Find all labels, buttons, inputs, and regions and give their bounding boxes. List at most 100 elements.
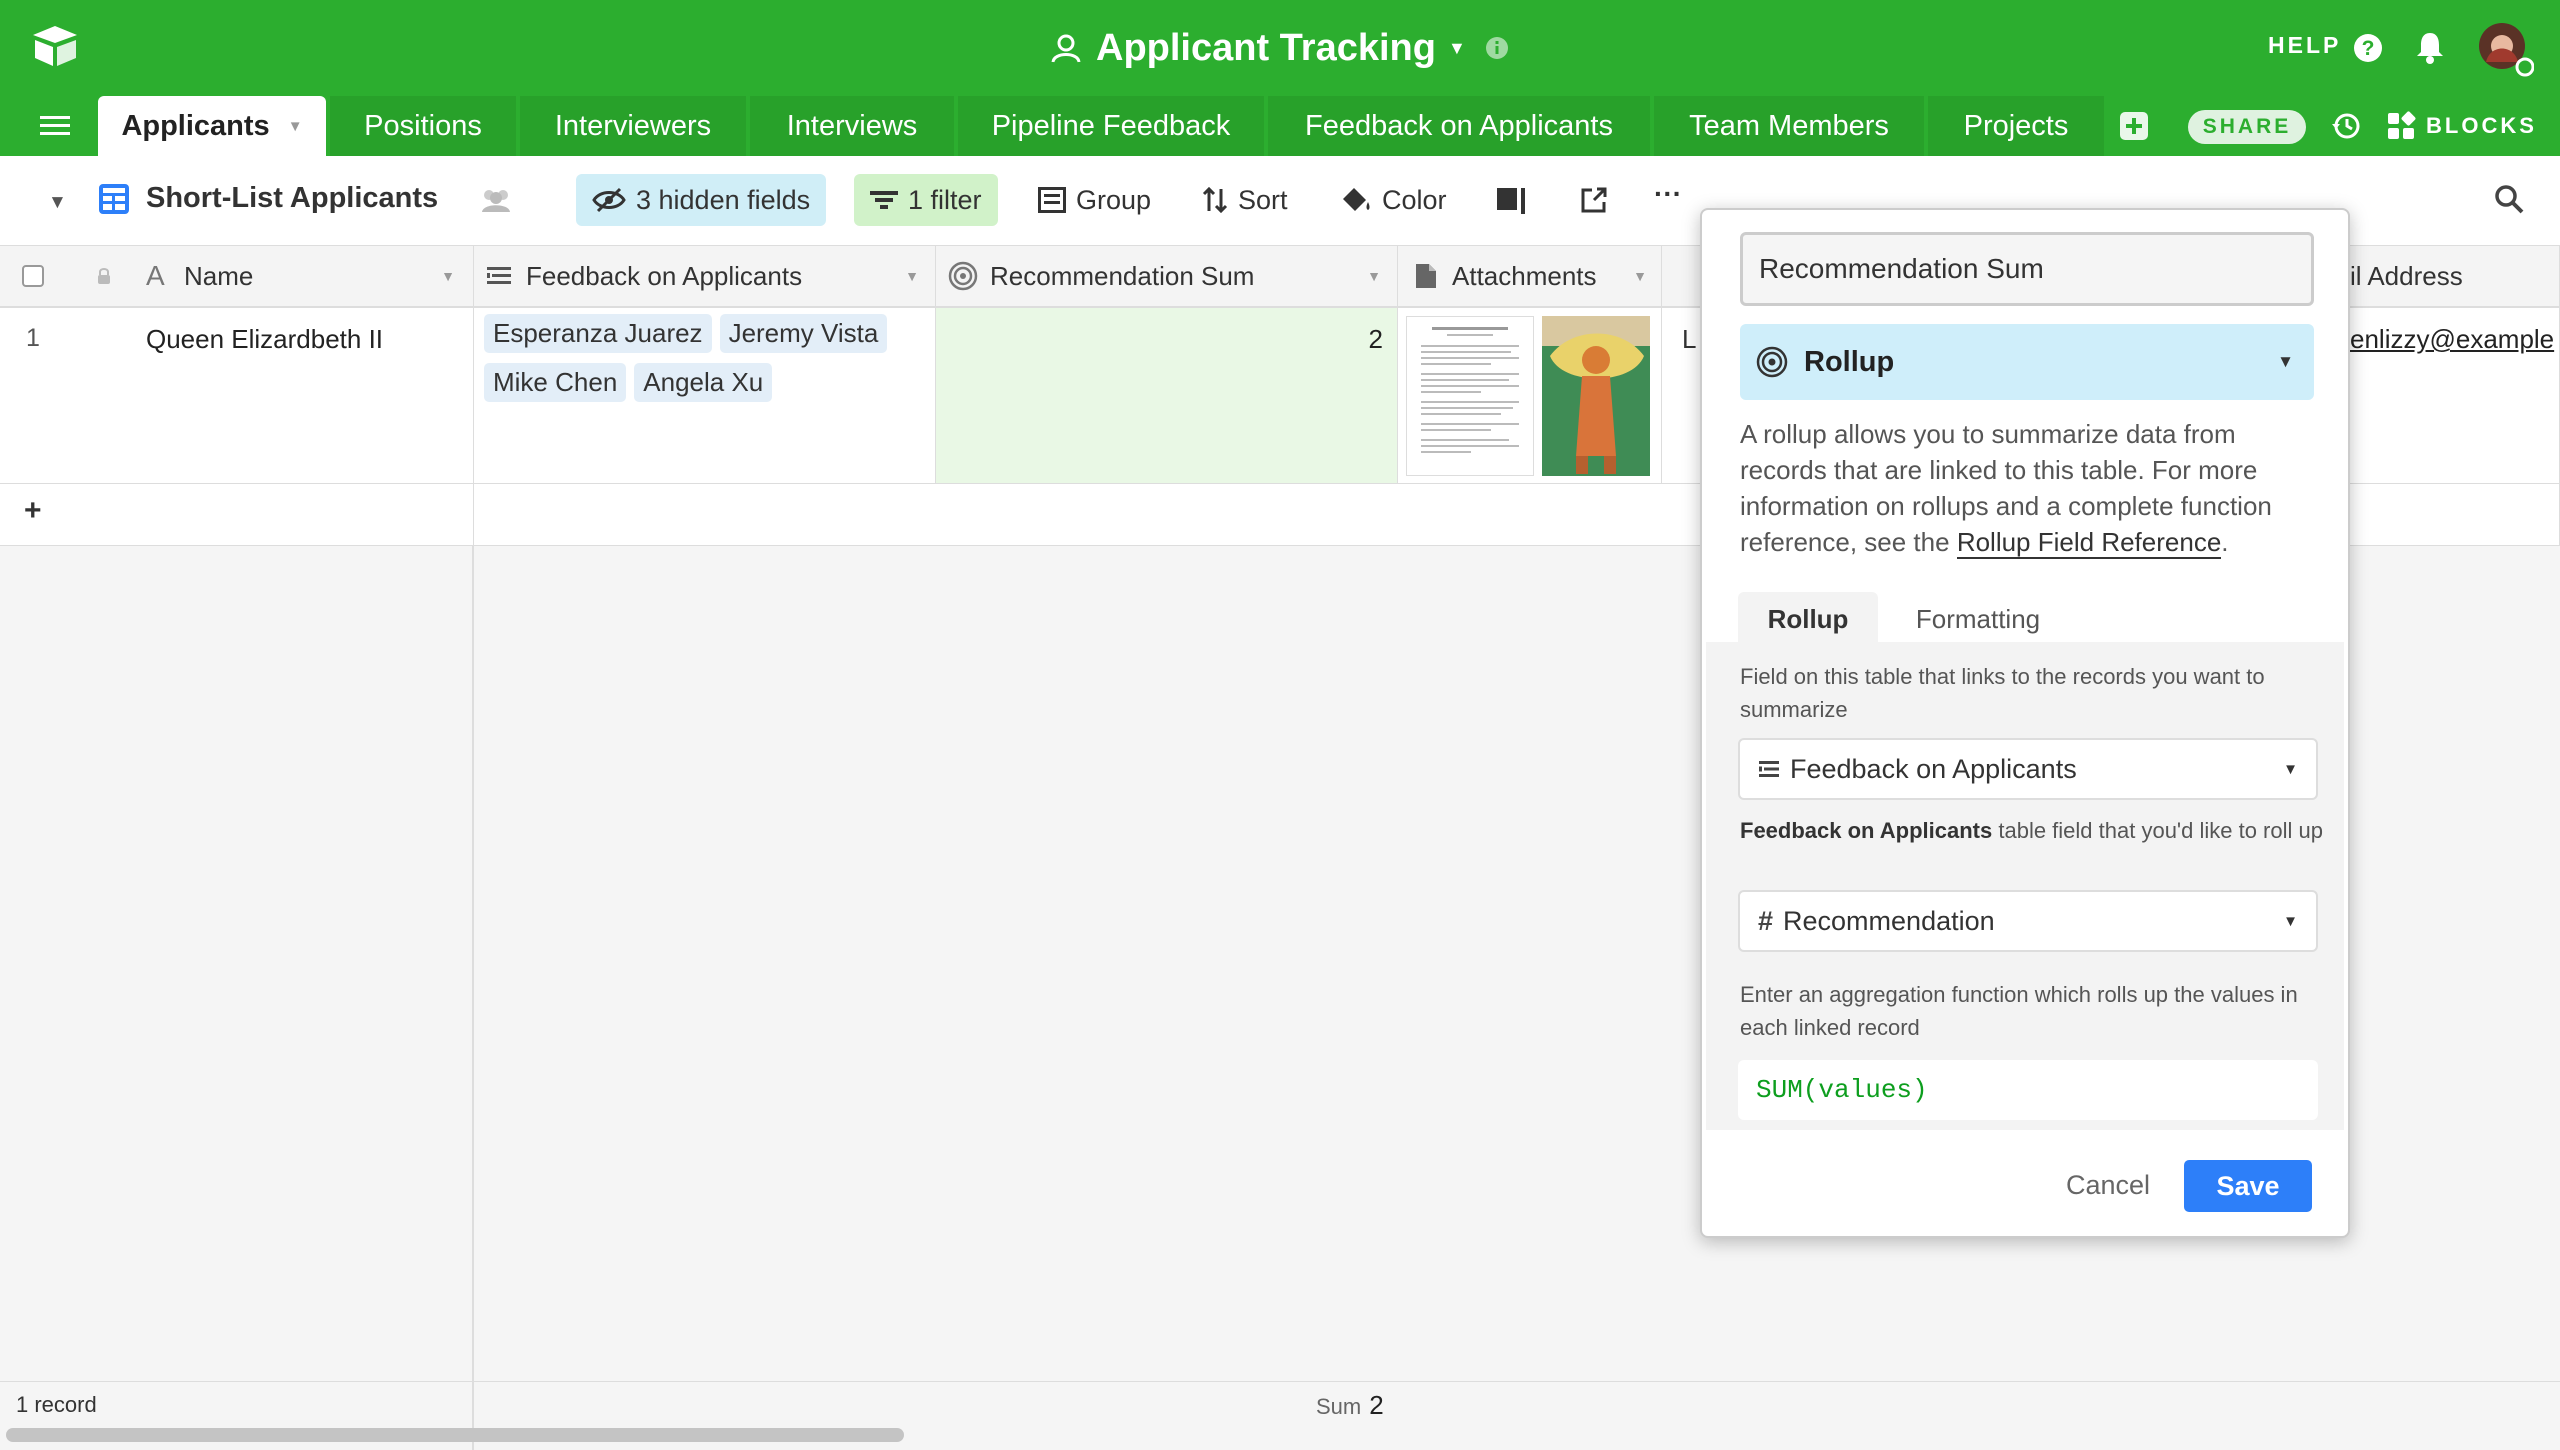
tab-applicants[interactable]: Applicants ▼ [98,96,326,156]
field-type-label: Rollup [1804,345,1895,378]
tab-rollup[interactable]: Rollup [1738,592,1878,646]
email-cell[interactable]: enlizzy@example [2350,324,2554,355]
add-record-icon[interactable]: + [24,494,42,528]
linked-record-icon [1758,759,1780,779]
rollup-field-value: Recommendation [1783,905,1995,936]
primary-field-header[interactable]: A Name ▼ [0,246,474,308]
rollup-reference-link[interactable]: Rollup Field Reference [1956,527,2222,559]
hidden-fields-button[interactable]: 3 hidden fields [576,174,827,226]
tab-label: Positions [364,109,482,142]
tab-interviews[interactable]: Interviews [750,96,954,156]
chevron-down-icon: ▼ [2277,352,2294,371]
collapse-sidebar-icon[interactable]: ▼ [48,192,67,214]
field-config-dialog: Recommendation Sum Rollup ▼ A rollup all… [1700,208,2350,1238]
feedback-column-header[interactable]: Feedback on Applicants ▼ [474,246,936,308]
aggregation-label: Enter an aggregation function which roll… [1740,982,2298,1040]
group-label: Group [1076,184,1152,215]
tab-formatting[interactable]: Formatting [1898,592,2058,646]
field-type-select[interactable]: Rollup ▼ [1740,324,2314,400]
rollup-field-label-text: table field that you'd like to roll up [1992,818,2323,843]
base-title-group[interactable]: Applicant Tracking ▼ [1050,22,1510,74]
blocks-button[interactable]: BLOCKS [2386,110,2537,142]
search-icon[interactable] [2494,184,2524,214]
filter-button[interactable]: 1 filter [854,174,998,226]
color-label: Color [1382,184,1447,215]
linked-table-name: Feedback on Applicants [1740,818,1993,843]
row-number: 1 [26,324,40,352]
attachments-column-header[interactable]: Attachments ▼ [1398,246,1662,308]
tab-positions[interactable]: Positions [330,96,516,156]
group-button[interactable]: Group [1022,174,1167,226]
linked-record-chip[interactable]: Esperanza Juarez [484,314,712,353]
grid-view-icon [98,183,130,215]
tab-label: Projects [1963,109,2069,142]
sort-button[interactable]: Sort [1186,174,1304,226]
chevron-down-icon[interactable]: ▼ [1448,38,1466,59]
bell-icon[interactable] [2414,30,2446,64]
user-avatar[interactable] [2478,22,2534,78]
base-title[interactable]: Applicant Tracking [1096,27,1436,70]
hamburger-menu-icon[interactable] [40,112,70,140]
chevron-down-icon[interactable]: ▼ [441,268,455,284]
info-icon[interactable] [1484,35,1510,61]
airtable-logo-icon[interactable] [30,24,80,68]
add-record-row[interactable]: + [0,484,474,546]
share-view-icon[interactable] [1580,186,1608,214]
cancel-button[interactable]: Cancel [2066,1170,2150,1201]
recommendation-sum-column-header[interactable]: Recommendation Sum ▼ [936,246,1398,308]
rollup-field-select[interactable]: # Recommendation ▼ [1738,890,2318,952]
sort-label: Sort [1238,184,1288,215]
save-button[interactable]: Save [2184,1160,2312,1212]
add-table-icon[interactable] [2120,112,2148,140]
link-field-value: Feedback on Applicants [1790,753,2077,784]
tab-projects[interactable]: Projects [1928,96,2104,156]
attachments-cell[interactable] [1398,308,1662,484]
history-icon[interactable] [2330,110,2362,142]
hidden-eye-icon [592,187,626,213]
lock-icon [96,267,112,285]
filter-icon [870,189,898,211]
help-icon[interactable]: ? [2352,32,2384,64]
rollup-icon [948,261,978,291]
chevron-down-icon[interactable]: ▼ [905,268,919,284]
linked-record-chip[interactable]: Mike Chen [484,363,627,402]
rec-sum-summary[interactable]: Sum 2 [1316,1390,1384,1421]
more-options-icon[interactable]: ··· [1654,178,1682,210]
photo-thumbnail[interactable] [1542,316,1650,476]
name-cell[interactable]: Queen Elizardbeth II [146,324,383,355]
tab-interviewers[interactable]: Interviewers [520,96,746,156]
tab-team-members[interactable]: Team Members [1654,96,1924,156]
rec-sum-cell[interactable]: 2 [936,308,1398,484]
feedback-cell[interactable]: Esperanza Juarez Jeremy Vista Mike Chen An… [474,308,936,484]
chevron-down-icon[interactable]: ▼ [1367,268,1381,284]
blocks-icon [2386,111,2416,141]
linked-record-icon [486,265,512,287]
field-name-input[interactable]: Recommendation Sum [1740,232,2314,306]
tab-pipeline-feedback[interactable]: Pipeline Feedback [958,96,1264,156]
document-thumbnail[interactable] [1406,316,1534,476]
help-link[interactable]: HELP [2268,32,2341,59]
row-height-icon[interactable] [1496,186,1528,214]
collaborative-view-icon[interactable] [478,186,514,214]
chevron-down-icon[interactable]: ▼ [1633,268,1647,284]
group-icon [1038,187,1066,213]
color-button[interactable]: Color [1326,174,1463,226]
link-field-select[interactable]: Feedback on Applicants ▼ [1738,738,2318,800]
hidden-fields-label: 3 hidden fields [636,184,811,215]
tab-label: Interviews [786,109,918,142]
share-button[interactable]: SHARE [2188,110,2306,144]
select-all-checkbox[interactable] [22,265,44,287]
view-name[interactable]: Short-List Applicants [146,182,438,215]
horizontal-scrollbar[interactable] [6,1428,904,1442]
field-type-description: A rollup allows you to summarize data fr… [1740,416,2320,560]
rollup-field-label: Feedback on Applicants table field that … [1740,814,2330,847]
linked-record-chip[interactable]: Jeremy Vista [719,314,888,353]
linked-record-chip[interactable]: Angela Xu [634,363,773,402]
aggregation-formula-input[interactable]: SUM(values) [1738,1060,2318,1120]
chevron-down-icon: ▼ [2283,760,2298,778]
tab-label: Interviewers [554,109,712,142]
table-row[interactable]: 1 Queen Elizardbeth II [0,308,474,484]
chevron-down-icon[interactable]: ▼ [288,118,303,135]
tab-feedback-on-applicants[interactable]: Feedback on Applicants [1268,96,1650,156]
number-field-icon: # [1758,905,1774,936]
